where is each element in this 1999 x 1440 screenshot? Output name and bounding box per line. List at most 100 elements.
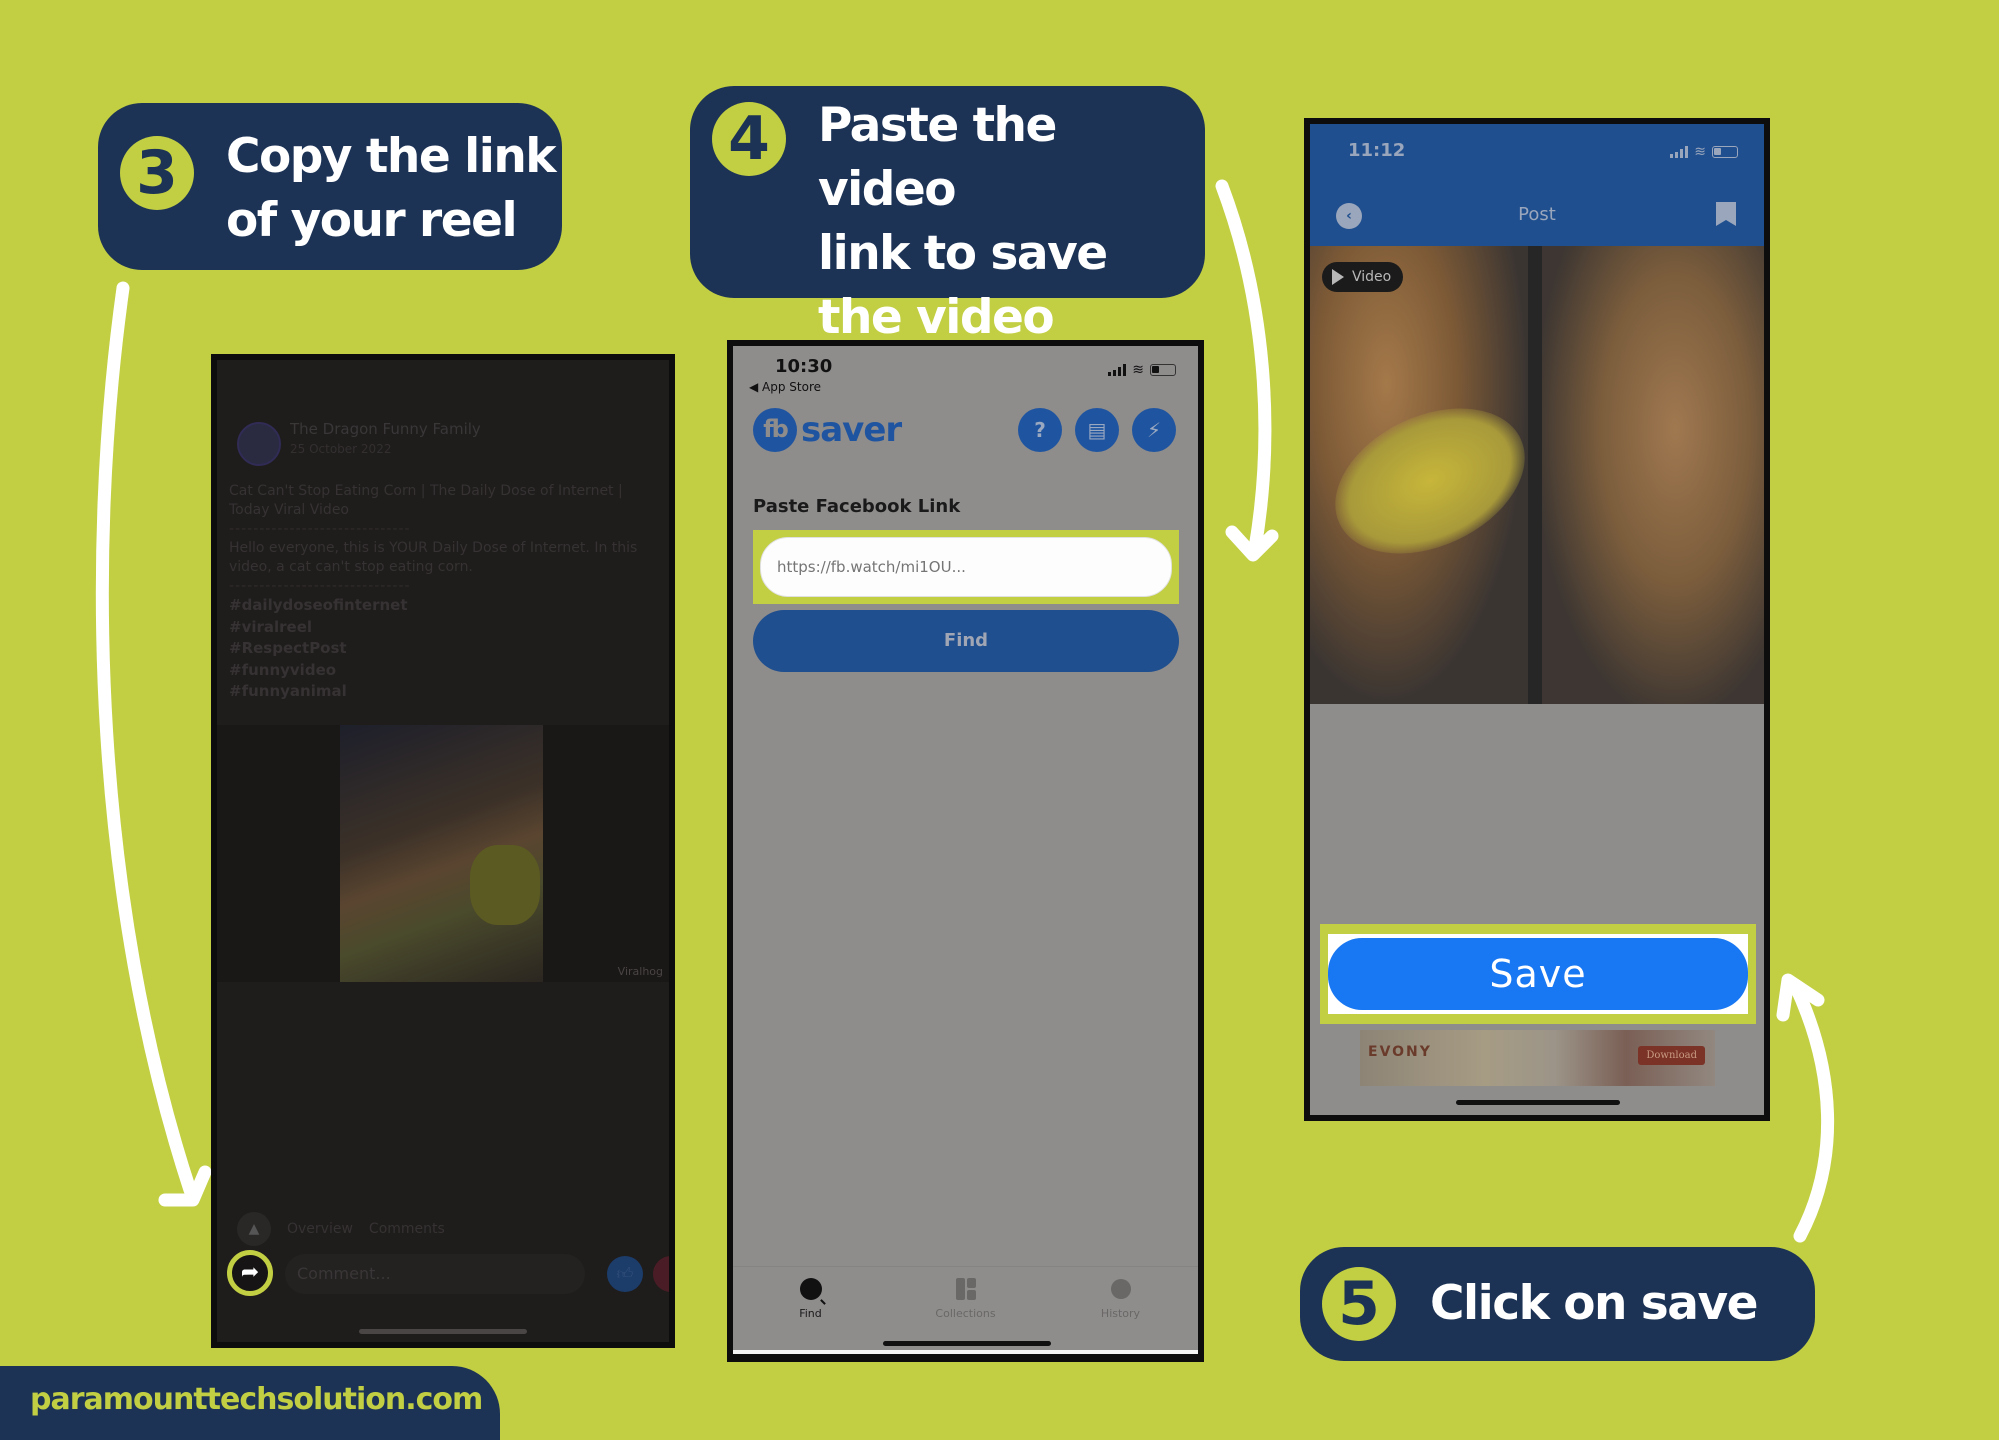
fbsaver-logo: fb saver <box>753 408 902 452</box>
hashtag[interactable]: #viralreel <box>229 617 408 639</box>
bottom-tab-bar: Find Collections History <box>733 1266 1198 1346</box>
home-indicator <box>1456 1100 1620 1105</box>
page-title: Post <box>1518 204 1556 225</box>
share-arrow-icon: ➦ <box>240 1260 260 1285</box>
step-5-number-badge: 5 <box>1322 1267 1396 1341</box>
caption-separator: ------------------------------ <box>229 521 411 537</box>
arrow-step5-head <box>1776 973 1825 1022</box>
flash-button[interactable]: ⚡︎ <box>1132 408 1176 452</box>
post-media[interactable]: Video <box>1310 246 1764 704</box>
ad-brand: EVONY <box>1368 1044 1432 1060</box>
signal-icon <box>1108 364 1127 376</box>
home-indicator <box>359 1329 527 1334</box>
ad-download-button[interactable]: Download <box>1638 1046 1705 1065</box>
step-4-number-badge: 4 <box>712 102 786 176</box>
step-3-callout: 3 Copy the link of your reel <box>98 103 562 270</box>
thumbnail-detail <box>1311 379 1549 583</box>
tab-overview[interactable]: Overview <box>287 1221 353 1237</box>
stopwatch-icon <box>1110 1279 1131 1299</box>
step-5-text: Click on save <box>1430 1276 1759 1331</box>
logo-badge: fb <box>753 408 797 452</box>
page-name[interactable]: The Dragon Funny Family <box>290 420 481 438</box>
fbsaver-screen: 10:30 ◀ App Store ≋ fb saver ? ▤ ⚡︎ Past… <box>727 340 1204 1362</box>
status-icons: ≋ <box>1670 144 1738 160</box>
inbox-icon: ▤ <box>1087 418 1107 442</box>
tab-collections[interactable]: Collections <box>906 1275 1026 1320</box>
reel-tabs: ▲ Overview Comments <box>237 1212 445 1246</box>
find-button[interactable]: Find <box>753 610 1179 672</box>
collections-icon <box>955 1278 976 1300</box>
play-icon <box>1332 269 1344 285</box>
tab-find-label: Find <box>799 1307 822 1320</box>
tab-comments[interactable]: Comments <box>369 1221 445 1237</box>
step-3-number-badge: 3 <box>120 136 194 210</box>
like-button[interactable]: 👍︎ <box>607 1256 643 1292</box>
search-icon <box>799 1278 822 1300</box>
inbox-button[interactable]: ▤ <box>1075 408 1119 452</box>
video-thumbnail-detail <box>470 845 540 925</box>
arrow-step3-head <box>158 1165 212 1207</box>
hashtag[interactable]: #dailydoseofinternet <box>229 595 408 617</box>
signal-icon <box>1670 146 1689 158</box>
step-5-callout: 5 Click on save <box>1300 1247 1815 1361</box>
post-caption: Cat Can't Stop Eating Corn | The Daily D… <box>229 482 659 596</box>
post-title: Cat Can't Stop Eating Corn | The Daily D… <box>229 483 623 518</box>
page-avatar[interactable] <box>237 422 281 466</box>
battery-icon <box>1150 364 1176 376</box>
save-button-wrapper: Save <box>1328 934 1748 1014</box>
arrow-step4 <box>1215 179 1272 555</box>
tab-find[interactable]: Find <box>751 1275 871 1320</box>
chevron-up-icon[interactable]: ▲ <box>237 1212 271 1246</box>
comment-input[interactable]: Comment... <box>285 1254 585 1294</box>
step-3-text: Copy the link of your reel <box>226 129 557 248</box>
love-reaction-button[interactable] <box>653 1256 669 1292</box>
save-button-highlight: Save <box>1320 924 1756 1024</box>
footer-banner: paramounttechsolution.com <box>0 1366 500 1440</box>
hashtag[interactable]: #RespectPost <box>229 638 408 660</box>
facebook-link-input[interactable] <box>760 537 1172 597</box>
video-thumbnail-right <box>1542 246 1764 704</box>
bottom-strip <box>733 1350 1198 1354</box>
post-description: Hello everyone, this is YOUR Daily Dose … <box>229 540 638 575</box>
home-indicator <box>883 1341 1051 1346</box>
video-badge: Video <box>1322 262 1404 292</box>
tab-history-label: History <box>1100 1307 1141 1320</box>
link-input-highlight <box>753 530 1179 604</box>
save-button[interactable]: Save <box>1328 938 1748 1010</box>
back-to-app-store[interactable]: ◀ App Store <box>749 380 821 394</box>
ad-banner[interactable]: EVONY Download <box>1360 1030 1715 1086</box>
post-date: 25 October 2022 <box>290 442 392 456</box>
reel-video-player[interactable]: Viralhog <box>217 725 669 982</box>
step-4-text: Paste the video link to save the video <box>818 98 1108 345</box>
wifi-icon: ≋ <box>1694 144 1706 160</box>
reel-video-frame <box>340 725 543 982</box>
status-time: 11:12 <box>1348 140 1406 161</box>
video-thumbnail-left <box>1310 246 1549 704</box>
website-link[interactable]: paramounttechsolution.com <box>30 1382 483 1417</box>
caption-separator: ------------------------------ <box>229 578 411 594</box>
video-watermark: Viralhog <box>617 965 663 978</box>
hashtag[interactable]: #funnyanimal <box>229 681 408 703</box>
wifi-icon: ≋ <box>1132 362 1144 378</box>
arrow-step5 <box>1788 978 1835 1243</box>
step-4-callout: 4 Paste the video link to save the video <box>690 86 1205 345</box>
status-time: 10:30 <box>775 356 833 377</box>
logo-text: saver <box>801 410 902 450</box>
post-save-screen: 11:12 ≋ ‹ Post Video Save EVONY Download <box>1304 118 1770 1121</box>
arrow-step4-head <box>1225 525 1279 562</box>
battery-icon <box>1712 146 1738 158</box>
paste-link-label: Paste Facebook Link <box>753 496 961 517</box>
video-badge-label: Video <box>1352 269 1392 285</box>
tab-history[interactable]: History <box>1061 1275 1181 1320</box>
facebook-reel-screen: The Dragon Funny Family 25 October 2022 … <box>211 354 675 1348</box>
hashtag-list: #dailydoseofinternet #viralreel #Respect… <box>229 595 408 703</box>
share-button[interactable]: ➦ <box>227 1250 273 1296</box>
arrow-step3 <box>95 281 197 1197</box>
tab-collections-label: Collections <box>935 1307 996 1320</box>
status-icons: ≋ <box>1108 362 1176 378</box>
hashtag[interactable]: #funnyvideo <box>229 660 408 682</box>
thumbs-up-icon: 👍︎ <box>616 1264 634 1283</box>
help-button[interactable]: ? <box>1018 408 1062 452</box>
flash-icon: ⚡︎ <box>1146 418 1162 442</box>
post-header: 11:12 ≋ ‹ Post <box>1310 124 1764 246</box>
